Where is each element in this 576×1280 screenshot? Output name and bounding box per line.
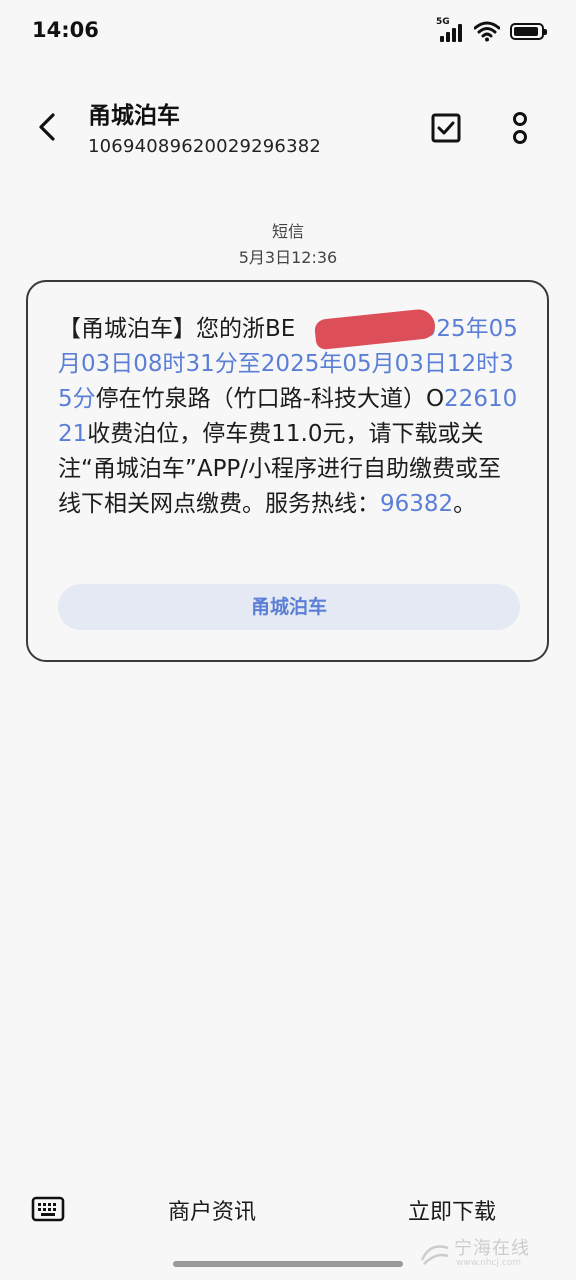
- open-app-button[interactable]: 甬城泊车: [58, 584, 520, 630]
- keyboard-icon[interactable]: [30, 1194, 66, 1224]
- message-type-label: 短信: [271, 222, 304, 241]
- sender-number: 1069408962002929​6382: [88, 136, 322, 157]
- message-text: 【甬城泊车】您的浙BE 前于2025年05月03日08时31分至2025年05月…: [58, 312, 523, 522]
- hotline-phone-link[interactable]: 96382: [380, 491, 453, 517]
- sender-name: 甬城泊车: [88, 103, 180, 129]
- more-options-icon: [513, 112, 527, 144]
- battery-icon: [510, 22, 547, 40]
- signal-icon: 5G: [436, 17, 464, 42]
- status-time: 14:06: [32, 18, 99, 42]
- message-bubble[interactable]: 【甬城泊车】您的浙BE 前于2025年05月03日08时31分至2025年05月…: [26, 280, 549, 662]
- home-indicator[interactable]: [173, 1261, 403, 1267]
- conversation-header: 甬城泊车 1069408962002929​6382: [0, 86, 576, 166]
- wifi-icon: [474, 21, 500, 42]
- status-icons: 5G: [436, 17, 547, 44]
- download-now-menu[interactable]: 立即下载: [408, 1194, 496, 1226]
- status-bar: 14:06 5G: [0, 0, 576, 62]
- watermark: 宁海在线 www.nhcj.com: [416, 1236, 566, 1272]
- message-segment: E: [280, 316, 296, 342]
- select-checkbox-icon: [431, 113, 461, 143]
- bottom-menu-bar: 商户资讯 立即下载: [0, 1180, 576, 1240]
- watermark-logo-icon: [420, 1245, 449, 1265]
- message-timestamp: 5月3日12:36: [238, 248, 338, 267]
- watermark-url: www.nhcj.com: [456, 1258, 522, 1268]
- merchant-news-menu[interactable]: 商户资讯: [168, 1194, 256, 1226]
- more-options-button[interactable]: [502, 106, 538, 150]
- message-segment: 停在竹泉路（竹口路-科技大道）O: [95, 386, 445, 412]
- message-segment: 。: [453, 491, 477, 517]
- message-segment: 【甬城泊车】您的浙B: [58, 316, 281, 342]
- back-icon: [39, 113, 55, 141]
- network-label: 5G: [436, 17, 450, 27]
- watermark-text: 宁海在线: [454, 1238, 530, 1259]
- select-button[interactable]: [428, 110, 464, 146]
- back-button[interactable]: [30, 110, 64, 144]
